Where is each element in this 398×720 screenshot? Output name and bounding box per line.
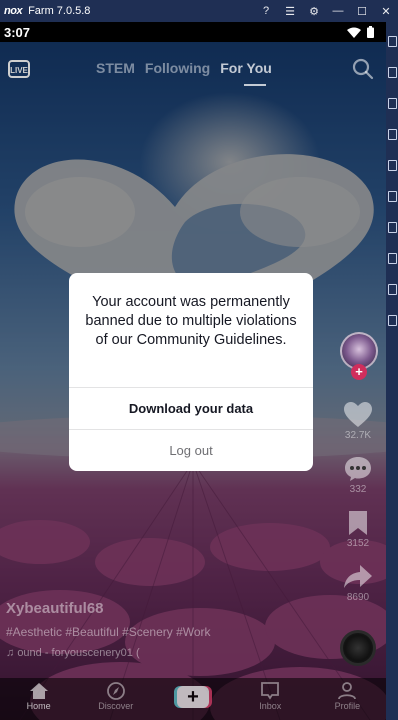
sound-label: ound - foryouscenery01 ( <box>17 647 140 659</box>
active-tab-indicator <box>244 84 266 86</box>
nav-home-label: Home <box>26 701 51 711</box>
share-count: 8690 <box>346 592 370 603</box>
dialog-message: Your account was permanently banned due … <box>85 294 297 348</box>
share-icon <box>344 565 372 588</box>
music-disc-icon[interactable] <box>340 630 376 666</box>
minimize-icon[interactable]: — <box>326 5 350 18</box>
feed-top-nav: LIVE STEM Following For You <box>0 56 386 86</box>
comment-icon <box>345 457 371 481</box>
like-count: 32.7K <box>344 430 372 441</box>
video-hashtags[interactable]: #Aesthetic #Beautiful #Scenery #Work <box>6 625 336 639</box>
account-banned-dialog: Your account was permanently banned due … <box>69 273 313 471</box>
home-icon <box>29 683 48 699</box>
heart-icon <box>344 402 372 427</box>
search-icon[interactable] <box>352 58 374 80</box>
emulator-logo: nox <box>4 5 23 17</box>
tab-stem[interactable]: STEM <box>96 60 135 76</box>
menu-icon[interactable]: ☰ <box>278 5 302 18</box>
save-count: 3152 <box>346 538 370 549</box>
close-icon[interactable]: ✕ <box>374 5 398 18</box>
sidebar-tool-icon[interactable] <box>387 191 397 202</box>
creator-username[interactable]: Xybeautiful68 <box>6 600 336 617</box>
nav-discover-label: Discover <box>98 701 134 711</box>
live-icon[interactable]: LIVE <box>8 60 30 78</box>
like-button[interactable]: 32.7K <box>336 402 380 441</box>
battery-icon <box>367 26 374 38</box>
sidebar-tool-icon[interactable] <box>387 284 397 295</box>
help-icon[interactable]: ? <box>254 5 278 18</box>
sidebar-tool-icon[interactable] <box>387 315 397 326</box>
share-button[interactable]: 8690 <box>336 564 380 603</box>
bookmark-icon <box>349 511 367 535</box>
profile-icon <box>338 682 357 700</box>
emulator-sidebar <box>386 22 398 720</box>
bottom-nav: Home Discover + Inbox Profile <box>0 678 386 720</box>
sidebar-tool-icon[interactable] <box>387 98 397 109</box>
nav-profile[interactable]: Profile <box>309 678 386 720</box>
status-time: 3:07 <box>4 24 31 40</box>
follow-button[interactable]: + <box>351 364 367 380</box>
emulator-titlebar: nox Farm 7.0.5.8 ? ☰ ⚙ — ☐ ✕ <box>0 0 398 22</box>
compass-icon <box>106 682 125 700</box>
maximize-icon[interactable]: ☐ <box>350 5 374 18</box>
sidebar-tool-icon[interactable] <box>387 160 397 171</box>
comment-button[interactable]: 332 <box>336 456 380 495</box>
wifi-icon <box>347 27 361 38</box>
inbox-icon <box>261 682 280 700</box>
settings-icon[interactable]: ⚙ <box>302 5 326 18</box>
video-sound[interactable]: ♫ ound - foryouscenery01 ( <box>6 647 336 659</box>
nav-discover[interactable]: Discover <box>77 678 154 720</box>
logout-button[interactable]: Log out <box>69 430 313 471</box>
nav-inbox[interactable]: Inbox <box>232 678 309 720</box>
music-note-icon: ♫ <box>6 647 18 659</box>
sidebar-tool-icon[interactable] <box>387 67 397 78</box>
nav-create[interactable]: + <box>154 678 231 720</box>
sidebar-tool-icon[interactable] <box>387 222 397 233</box>
tab-following[interactable]: Following <box>145 60 210 76</box>
nav-home[interactable]: Home <box>0 678 77 720</box>
video-caption: Xybeautiful68 #Aesthetic #Beautiful #Sce… <box>6 600 336 659</box>
download-data-button[interactable]: Download your data <box>69 388 313 429</box>
nav-profile-label: Profile <box>334 701 361 711</box>
status-bar: 3:07 <box>0 22 386 42</box>
sidebar-tool-icon[interactable] <box>387 253 397 264</box>
sidebar-tool-icon[interactable] <box>387 36 397 47</box>
create-plus-icon: + <box>177 686 209 708</box>
nav-inbox-label: Inbox <box>259 701 282 711</box>
emulator-title: Farm 7.0.5.8 <box>28 5 91 17</box>
tab-for-you[interactable]: For You <box>220 60 272 76</box>
save-button[interactable]: 3152 <box>336 510 380 549</box>
sidebar-tool-icon[interactable] <box>387 129 397 140</box>
comment-count: 332 <box>349 484 367 495</box>
